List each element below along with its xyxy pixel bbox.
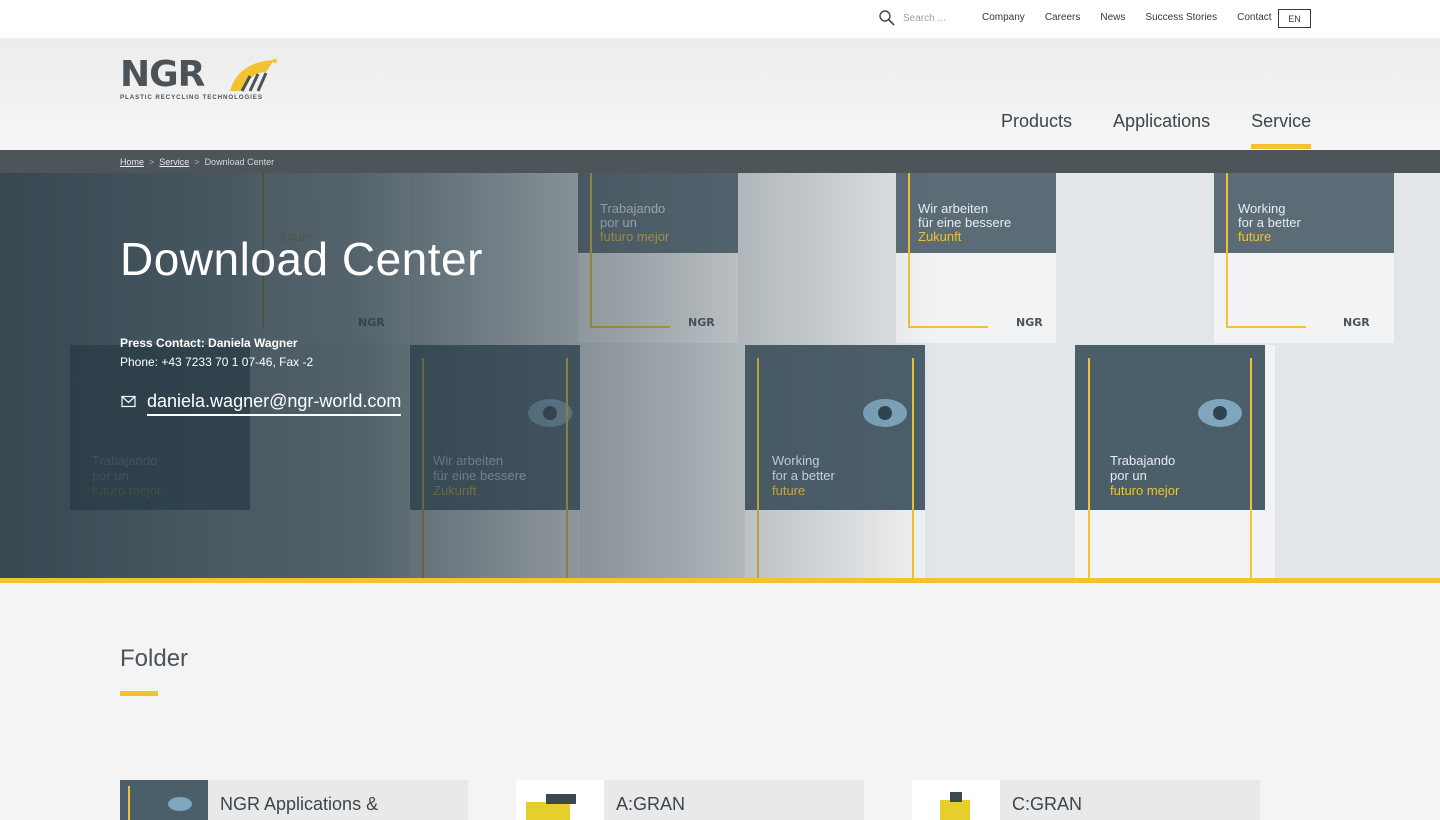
ngr-logo[interactable]: NGR PLASTIC RECYCLING TECHNOLOGIES [120,57,280,103]
util-nav-news[interactable]: News [1100,12,1125,23]
search-input[interactable] [903,9,967,27]
card-title: A:GRAN [616,794,686,814]
download-card[interactable]: A:GRAN [516,780,864,820]
breadcrumb-service[interactable]: Service [159,157,189,167]
breadcrumb: Home > Service > Download Center [0,150,1440,173]
search-icon[interactable] [878,9,896,27]
card-thumbnail-image [912,780,1000,820]
util-nav-success-stories[interactable]: Success Stories [1145,12,1217,23]
nav-products[interactable]: Products [1001,111,1072,132]
breadcrumb-current: Download Center [204,156,275,167]
utility-nav: Company Careers News Success Stories Con… [982,12,1292,23]
mail-icon [121,395,136,408]
breadcrumb-home[interactable]: Home [120,157,144,167]
email-link[interactable]: daniela.wagner@ngr-world.com [147,391,402,416]
nav-service[interactable]: Service [1251,111,1312,149]
content-area [0,583,1440,810]
logo-tagline: PLASTIC RECYCLING TECHNOLOGIES [120,94,263,101]
util-nav-company[interactable]: Company [982,12,1025,23]
download-card[interactable]: C:GRAN [912,780,1260,820]
page-title: Download Center [120,233,483,285]
logo-mark-icon [230,59,277,92]
section-title: Folder [120,645,189,672]
card-thumbnail-image [516,780,604,820]
top-utility-bar: Company Careers News Success Stories Con… [0,0,1440,38]
press-contact: Press Contact: Daniela Wagner [120,336,298,350]
download-card[interactable]: NGR Applications & [120,780,468,820]
main-nav: Products Applications Service [1001,111,1352,149]
breadcrumb-separator: > [149,156,155,167]
breadcrumb-separator: > [194,156,200,167]
language-switcher[interactable]: EN [1278,9,1311,28]
util-nav-careers[interactable]: Careers [1045,12,1081,23]
util-nav-contact[interactable]: Contact [1237,12,1271,23]
phone-fax: Phone: +43 7233 70 1 07-46, Fax -2 [120,355,314,369]
nav-applications[interactable]: Applications [1113,111,1210,132]
card-title: NGR Applications & [220,794,379,814]
card-title: C:GRAN [1012,794,1083,814]
card-thumbnail-image [120,780,208,820]
logo-wordmark: NGR [120,54,205,95]
section-title-underline [120,691,158,696]
